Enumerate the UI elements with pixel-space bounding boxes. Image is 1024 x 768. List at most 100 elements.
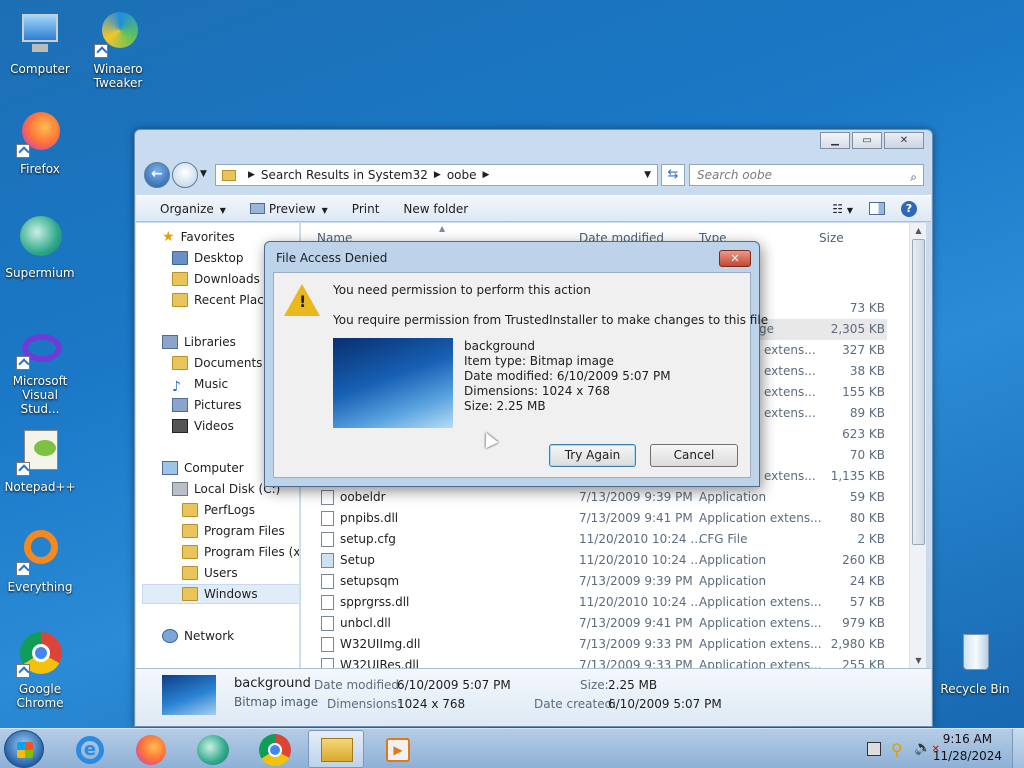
scroll-up-icon[interactable]: ▲ <box>910 226 927 235</box>
tray-network-icon[interactable] <box>867 742 881 756</box>
firefox-icon <box>136 735 166 765</box>
start-button[interactable] <box>4 730 44 768</box>
desktop-icon-firefox[interactable]: Firefox <box>0 110 80 176</box>
cell-size: 2,980 KB <box>830 637 885 651</box>
visual-studio-icon <box>16 330 64 370</box>
nav-network[interactable]: Network <box>162 626 234 646</box>
cell-date: 11/20/2010 10:24 ... <box>579 532 702 546</box>
table-row[interactable]: Setup 11/20/2010 10:24 ... Application 260 … <box>301 550 909 571</box>
setup-icon <box>321 553 334 568</box>
nav-windows[interactable]: Windows <box>142 584 299 604</box>
breadcrumb-arrow-icon[interactable]: ▶ <box>248 170 255 180</box>
nav-label: Windows <box>204 587 258 601</box>
documents-icon <box>172 356 188 370</box>
sort-arrow-icon: ▲ <box>439 224 446 233</box>
close-button[interactable]: ✕ <box>884 132 924 149</box>
new-folder-button[interactable]: New folder <box>391 202 480 216</box>
change-view-icon[interactable]: ☷ ▼ <box>832 202 853 216</box>
table-row[interactable]: spprgrss.dll 11/20/2010 10:24 ... Applicat… <box>301 592 909 613</box>
taskbar-windows-explorer[interactable] <box>308 730 364 768</box>
nav-computer[interactable]: Computer <box>162 458 244 478</box>
minimize-button[interactable]: ▁ <box>820 132 850 149</box>
nav-program-files-x86[interactable]: Program Files (x86 <box>182 542 299 562</box>
nav-downloads[interactable]: Downloads <box>172 269 260 289</box>
help-icon[interactable]: ? <box>901 200 917 217</box>
desktop-icon-visual-studio[interactable]: Microsoft Visual Stud... <box>0 330 80 416</box>
taskbar-chrome[interactable] <box>246 730 302 768</box>
computer-icon <box>16 10 64 58</box>
application-icon <box>321 574 334 589</box>
nav-music[interactable]: ♪ Music <box>172 374 228 395</box>
cancel-button[interactable]: Cancel <box>650 444 738 467</box>
show-desktop-button[interactable] <box>1012 729 1024 768</box>
breadcrumb-arrow-icon[interactable]: ▶ <box>483 170 490 180</box>
table-row[interactable]: oobeldr 7/13/2009 9:39 PM Application 59 KB <box>301 487 909 508</box>
table-row[interactable]: W32UIRes.dll 7/13/2009 9:33 PM Application… <box>301 655 909 668</box>
taskbar-internet-explorer[interactable]: e <box>62 730 118 768</box>
table-row[interactable]: setupsqm 7/13/2009 9:39 PM Application 24 K… <box>301 571 909 592</box>
breadcrumb-oobe[interactable]: oobe <box>447 168 477 182</box>
details-created-value: 6/10/2009 5:07 PM <box>608 697 722 711</box>
table-row[interactable]: pnpibs.dll 7/13/2009 9:41 PM Application e… <box>301 508 909 529</box>
taskbar-firefox[interactable] <box>122 730 178 768</box>
nav-program-files[interactable]: Program Files <box>182 521 285 541</box>
nav-documents[interactable]: Documents <box>172 353 262 373</box>
dialog-close-button[interactable]: ✕ <box>719 250 751 267</box>
maximize-button[interactable]: ▭ <box>852 132 882 149</box>
scroll-down-icon[interactable]: ▼ <box>910 656 927 665</box>
nav-perflogs[interactable]: PerfLogs <box>182 500 255 520</box>
cell-size: 80 KB <box>849 511 885 525</box>
column-header-size[interactable]: Size <box>819 223 844 245</box>
nav-desktop[interactable]: Desktop <box>172 248 244 268</box>
address-bar[interactable]: ▶ Search Results in System32 ▶ oobe ▶ ▼ <box>215 164 658 186</box>
desktop-icon-winaero[interactable]: Winaero Tweaker <box>78 10 158 90</box>
forward-button[interactable] <box>172 162 198 188</box>
vertical-scrollbar[interactable]: ▲ ▼ <box>909 223 926 668</box>
recent-pages-chevron-icon[interactable]: ▼ <box>200 169 207 179</box>
print-button[interactable]: Print <box>340 202 392 216</box>
cell-type: extens... <box>764 385 816 399</box>
breadcrumb-arrow-icon[interactable]: ▶ <box>434 170 441 180</box>
nav-videos[interactable]: Videos <box>172 416 234 436</box>
back-button[interactable] <box>144 162 170 188</box>
refresh-button[interactable]: ⇆ <box>661 164 685 186</box>
chevron-down-icon: ▼ <box>219 205 226 215</box>
nav-favorites[interactable]: ★ Favorites <box>162 227 235 247</box>
nav-recent-places[interactable]: Recent Places <box>172 290 277 310</box>
taskbar-supermium[interactable] <box>184 730 240 768</box>
organize-label: Organize <box>160 201 214 216</box>
desktop-icon-chrome[interactable]: Google Chrome <box>0 630 80 710</box>
nav-pictures[interactable]: Pictures <box>172 395 242 415</box>
breadcrumb-search-results[interactable]: Search Results in System32 <box>261 168 428 182</box>
table-row[interactable]: W32UIImg.dll 7/13/2009 9:33 PM Application… <box>301 634 909 655</box>
cell-name: pnpibs.dll <box>340 511 399 525</box>
cell-size: 73 KB <box>849 301 885 315</box>
system-clock[interactable]: 9:16 AM 11/28/2024 <box>933 731 1002 765</box>
desktop-icon-recycle-bin[interactable]: Recycle Bin <box>935 630 1015 696</box>
tray-search-icon[interactable]: ⚲ <box>891 740 903 759</box>
table-row[interactable]: setup.cfg 11/20/2010 10:24 ... CFG File 2 K… <box>301 529 909 550</box>
organize-button[interactable]: Organize ▼ <box>136 202 238 216</box>
search-input[interactable]: Search oobe ⌕ <box>689 164 924 186</box>
scroll-thumb[interactable] <box>912 239 925 545</box>
table-row[interactable]: unbcl.dll 7/13/2009 9:41 PM Application ex… <box>301 613 909 634</box>
cell-size: 327 KB <box>842 343 885 357</box>
cfg-file-icon <box>321 532 334 547</box>
preview-button[interactable]: Preview ▼ <box>238 202 340 216</box>
details-dimensions-value: 1024 x 768 <box>397 697 466 711</box>
desktop-icon-label: Recycle Bin <box>940 682 1010 696</box>
cell-size: 623 KB <box>842 427 885 441</box>
desktop-icon-everything[interactable]: Everything <box>0 528 80 594</box>
search-icon[interactable]: ⌕ <box>910 167 917 187</box>
nav-libraries[interactable]: Libraries <box>162 332 236 352</box>
dialog-dimensions: Dimensions: 1024 x 768 <box>464 384 611 398</box>
taskbar-media-player[interactable]: ▶ <box>370 730 426 768</box>
preview-pane-icon[interactable] <box>869 202 885 215</box>
desktop-icon-computer[interactable]: Computer <box>0 10 80 76</box>
desktop-icon-supermium[interactable]: Supermium <box>0 214 80 280</box>
desktop-icon-notepadpp[interactable]: Notepad++ <box>0 428 80 494</box>
try-again-button[interactable]: Try Again <box>549 444 636 467</box>
firefox-icon <box>16 110 64 158</box>
nav-users[interactable]: Users <box>182 563 238 583</box>
address-dropdown-icon[interactable]: ▼ <box>644 170 651 180</box>
